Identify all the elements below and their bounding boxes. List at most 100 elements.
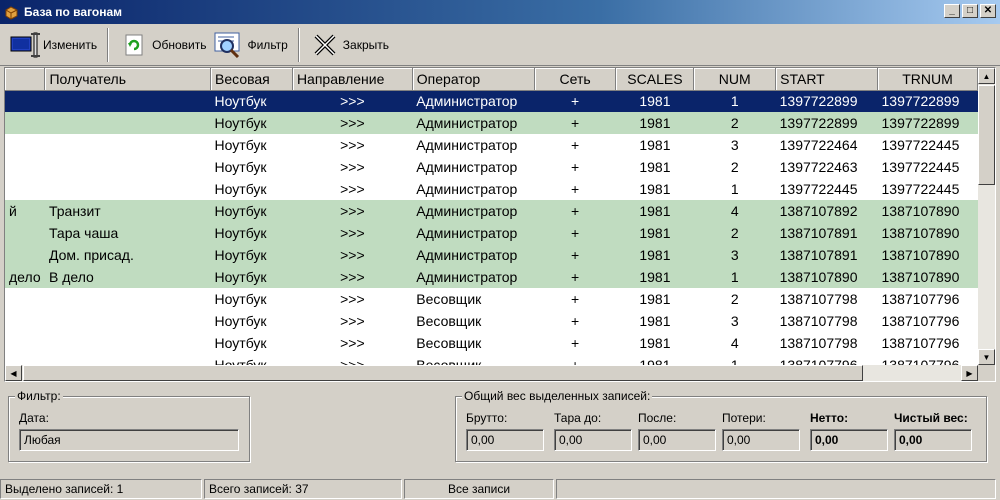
table-cell: 1387107798 (775, 310, 878, 332)
after-label: После: (638, 411, 677, 425)
table-cell: 1397722464 (775, 134, 878, 156)
table-cell: 1397722445 (877, 134, 978, 156)
brutto-field[interactable]: 0,00 (466, 429, 544, 451)
table-row[interactable]: Ноутбук >>> Весовщик +1981 2 1387107798 138710… (5, 288, 978, 310)
table-row[interactable]: Дом. присад. Ноутбук >>> Администратор +1981… (5, 244, 978, 266)
table-cell: + (534, 178, 616, 200)
table-cell: 1397722899 (877, 112, 978, 134)
tara-field[interactable]: 0,00 (554, 429, 632, 451)
column-header-direction[interactable]: Направление (292, 68, 413, 91)
refresh-button[interactable]: Обновить (115, 27, 210, 63)
edit-monitor-icon (10, 31, 40, 59)
table-cell: >>> (292, 354, 413, 365)
table-cell: + (534, 354, 616, 365)
horizontal-scrollbar[interactable]: ◀ ▶ (5, 365, 978, 381)
scroll-left-arrow-icon[interactable]: ◀ (5, 365, 22, 381)
column-header-scales[interactable]: SCALES (615, 68, 695, 91)
table-cell: >>> (292, 200, 413, 222)
table-cell: Администратор (412, 266, 535, 288)
table-cell: 1397722899 (775, 112, 878, 134)
table-cell: 1981 (615, 178, 694, 200)
table-row[interactable]: Ноутбук >>> Администратор +1981 1 1397722899 1… (5, 90, 978, 112)
scroll-down-arrow-icon[interactable]: ▼ (978, 349, 995, 365)
table-row[interactable]: Ноутбук >>> Администратор +1981 2 1397722899 1… (5, 112, 978, 134)
table-cell: >>> (292, 244, 413, 266)
table-cell: 1387107796 (877, 354, 978, 365)
table-cell: Весовщик (412, 288, 535, 310)
records-grid[interactable]: Получатель Весовая Направление Оператор … (4, 67, 996, 382)
table-cell (5, 134, 45, 156)
column-header-operator[interactable]: Оператор (412, 68, 535, 91)
table-row[interactable]: Ноутбук >>> Администратор +1981 1 1397722445 1… (5, 178, 978, 200)
table-row[interactable]: Ноутбук >>> Администратор +1981 3 1397722464 1… (5, 134, 978, 156)
table-cell: 1387107891 (775, 222, 878, 244)
minimize-button[interactable]: _ (944, 4, 960, 18)
table-cell: 1981 (615, 332, 694, 354)
table-cell: 1981 (615, 200, 694, 222)
table-row[interactable]: й Транзит Ноутбук >>> Администратор +1981 4 138… (5, 200, 978, 222)
table-row[interactable]: Ноутбук >>> Администратор +1981 2 1397722463 1… (5, 156, 978, 178)
table-cell: Весовщик (412, 332, 535, 354)
table-cell: 2 (693, 288, 776, 310)
table-cell: Ноутбук (210, 156, 293, 178)
table-row[interactable]: дело В дело Ноутбук >>> Администратор +1981 1 1… (5, 266, 978, 288)
vertical-scrollbar[interactable]: ▲ ▼ (978, 68, 995, 365)
records-table: Получатель Весовая Направление Оператор … (5, 68, 978, 365)
vertical-scroll-thumb[interactable] (978, 85, 995, 185)
table-cell: 1981 (615, 354, 694, 365)
status-mode: Все записи (404, 479, 554, 499)
table-cell: 4 (693, 332, 776, 354)
scroll-corner (978, 365, 995, 381)
column-header-network[interactable]: Сеть (534, 68, 617, 91)
table-cell: >>> (292, 134, 413, 156)
edit-button[interactable]: Изменить (6, 27, 101, 63)
status-bar: Выделено записей: 1 Всего записей: 37 Вс… (0, 478, 1000, 500)
table-row[interactable]: Ноутбук >>> Весовщик +1981 1 1387107796 138710… (5, 354, 978, 365)
date-field[interactable]: Любая (19, 429, 239, 451)
toolbar-separator (107, 27, 110, 62)
table-cell: Администратор (412, 178, 535, 200)
loss-field[interactable]: 0,00 (722, 429, 800, 451)
column-header-num[interactable]: NUM (693, 68, 777, 91)
column-header-trnum[interactable]: TRNUM (877, 68, 978, 91)
table-cell (44, 332, 211, 354)
column-header-scale-station[interactable]: Весовая (210, 68, 293, 91)
table-cell: Ноутбук (210, 178, 293, 200)
table-row[interactable]: Ноутбук >>> Весовщик +1981 4 1387107798 138710… (5, 332, 978, 354)
table-cell: Весовщик (412, 354, 535, 365)
tara-label: Тара до: (554, 411, 602, 425)
table-cell: + (534, 134, 616, 156)
edit-label: Изменить (43, 37, 98, 52)
close-window-button[interactable]: ✕ (980, 4, 996, 18)
table-cell: 1981 (615, 310, 694, 332)
table-cell: 1981 (615, 244, 694, 266)
table-row[interactable]: Ноутбук >>> Весовщик +1981 3 1387107798 138710… (5, 310, 978, 332)
close-button[interactable]: Закрыть (306, 27, 393, 63)
table-cell (5, 332, 45, 354)
table-cell (44, 156, 211, 178)
after-field[interactable]: 0,00 (638, 429, 716, 451)
close-label: Закрыть (342, 37, 390, 52)
table-cell: 1387107796 (877, 288, 978, 310)
table-cell: 1397722445 (877, 156, 978, 178)
scroll-up-arrow-icon[interactable]: ▲ (978, 68, 995, 84)
clean-weight-field[interactable]: 0,00 (894, 429, 972, 451)
table-cell: 1387107798 (775, 332, 878, 354)
table-cell (5, 156, 45, 178)
column-header-start[interactable]: START (775, 68, 879, 91)
column-header[interactable] (5, 68, 46, 91)
table-cell: 1387107796 (877, 332, 978, 354)
filter-button[interactable]: Фильтр (210, 27, 291, 63)
table-cell (5, 90, 45, 112)
filter-group: Фильтр: Дата: Любая (8, 389, 250, 462)
close-x-icon (310, 31, 340, 59)
scroll-right-arrow-icon[interactable]: ▶ (961, 365, 978, 381)
netto-field[interactable]: 0,00 (810, 429, 888, 451)
table-cell: В дело (44, 266, 211, 288)
table-row[interactable]: Тара чаша Ноутбук >>> Администратор +1981 2 13… (5, 222, 978, 244)
horizontal-scroll-thumb[interactable] (23, 365, 863, 381)
maximize-button[interactable]: □ (962, 4, 978, 18)
column-header-recipient[interactable]: Получатель (44, 68, 212, 91)
window-title: База по вагонам (24, 5, 123, 19)
table-cell: >>> (292, 112, 413, 134)
